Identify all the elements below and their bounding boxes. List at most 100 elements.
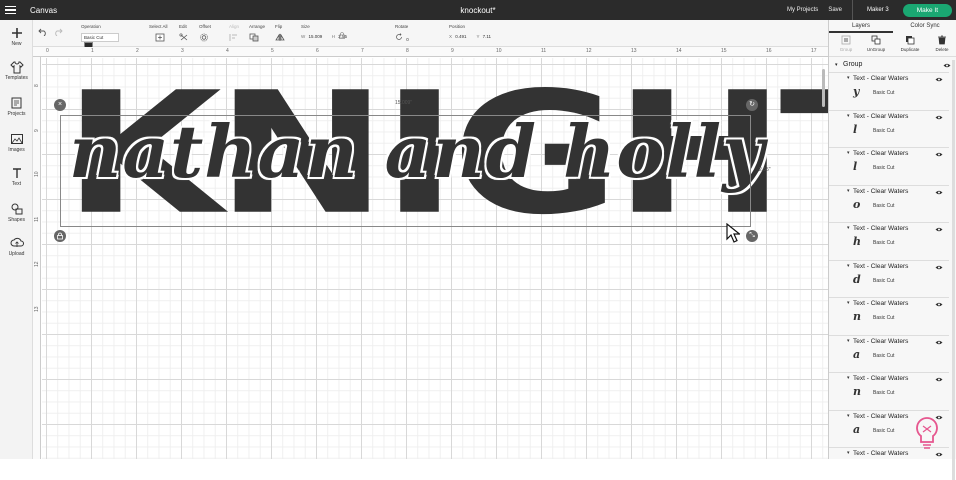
- layer-row[interactable]: ▾ Text - Clear Waters l Basic Cut: [829, 109, 949, 148]
- width-dimension: 15.009": [395, 100, 413, 106]
- layer-group-row[interactable]: ▾ Group: [829, 60, 956, 71]
- layer-row[interactable]: ▾ Text - Clear Waters y Basic Cut: [829, 72, 949, 110]
- layer-row[interactable]: ▾ Text - Clear Waters l Basic Cut: [829, 147, 949, 185]
- layer-row[interactable]: ▾ Text - Clear Waters n Basic Cut: [829, 297, 949, 335]
- layer-operation: Basic Cut: [873, 240, 895, 246]
- layer-name: Text - Clear Waters: [853, 187, 909, 195]
- lock-ratio-icon[interactable]: [339, 32, 345, 40]
- make-it-button[interactable]: Make It: [902, 3, 952, 17]
- layer-name: Text - Clear Waters: [853, 150, 909, 157]
- save-button[interactable]: Save: [828, 7, 842, 13]
- layer-name: Text - Clear Waters: [853, 450, 909, 457]
- sidebar-item-label: Shapes: [8, 217, 25, 223]
- eye-icon[interactable]: [935, 265, 943, 270]
- layer-thumbnail: l: [853, 122, 858, 136]
- group-button[interactable]: Group: [831, 35, 861, 52]
- lock-handle-icon[interactable]: [54, 230, 66, 242]
- layer-thumbnail: h: [853, 235, 861, 248]
- eye-icon[interactable]: [935, 227, 943, 232]
- left-sidebar: New Templates Projects Images Text Shape…: [0, 20, 33, 459]
- eye-icon[interactable]: [935, 190, 943, 195]
- sidebar-item-label: Images: [8, 147, 25, 153]
- my-projects-link[interactable]: My Projects: [787, 7, 818, 13]
- layer-operation: Basic Cut: [873, 352, 895, 359]
- chevron-down-icon[interactable]: ▾: [847, 450, 850, 456]
- design-canvas[interactable]: 0 1 2 3 4 5 6 7 8 9 10 11 12 13 14 15 16 17 8 9 10 11 12 13 KN…: [33, 47, 828, 459]
- document-title[interactable]: knockout*: [460, 6, 495, 15]
- chevron-down-icon[interactable]: ▾: [847, 113, 850, 119]
- layer-row[interactable]: ▾ Text - Clear Waters o Basic Cut: [829, 184, 949, 223]
- eye-icon[interactable]: [935, 115, 943, 120]
- resize-handle-icon[interactable]: ⤡: [746, 230, 758, 242]
- eye-icon[interactable]: [935, 302, 943, 307]
- sidebar-item-label: Text: [11, 181, 22, 187]
- delete-button[interactable]: Delete: [927, 35, 956, 52]
- layer-name: Text - Clear Waters: [853, 225, 909, 232]
- position-y-prefix: Y: [476, 34, 480, 39]
- chevron-down-icon[interactable]: ▾: [835, 62, 838, 68]
- size-height-prefix: H: [331, 34, 336, 39]
- layer-row[interactable]: ▾ Text - Clear Waters d Basic Cut: [829, 259, 949, 298]
- delete-handle-icon[interactable]: ×: [54, 99, 66, 111]
- layer-row[interactable]: ▾ Text - Clear Waters a Basic Cut: [829, 334, 949, 373]
- canvas-scrollbar[interactable]: [822, 69, 825, 107]
- shirt-icon: [9, 61, 24, 74]
- sidebar-item-images[interactable]: Images: [0, 132, 33, 153]
- mouse-pointer-icon: [726, 223, 740, 243]
- size-width-input[interactable]: 15.009: [307, 33, 331, 42]
- chevron-down-icon[interactable]: ▾: [847, 150, 850, 156]
- rotate-input[interactable]: 0: [404, 36, 418, 45]
- chevron-down-icon[interactable]: ▾: [847, 413, 850, 419]
- selection-bounding-box[interactable]: [60, 115, 751, 227]
- chevron-down-icon[interactable]: ▾: [847, 338, 850, 344]
- arrange-icon[interactable]: [249, 33, 259, 42]
- duplicate-icon: [906, 36, 915, 45]
- sidebar-item-text[interactable]: Text: [0, 166, 33, 187]
- position-y-input[interactable]: 7.11: [481, 33, 499, 42]
- chevron-down-icon[interactable]: ▾: [847, 225, 850, 231]
- select-all-icon[interactable]: [155, 33, 165, 42]
- ungroup-button[interactable]: UnGroup: [861, 35, 891, 52]
- sidebar-item-upload[interactable]: Upload: [0, 236, 33, 257]
- edit-icon[interactable]: [179, 33, 189, 42]
- sidebar-item-templates[interactable]: Templates: [0, 60, 33, 81]
- duplicate-button[interactable]: Duplicate: [895, 35, 925, 52]
- design-group[interactable]: KNIGHT nathan and holly: [33, 47, 828, 459]
- layer-name: Text - Clear Waters: [853, 375, 909, 382]
- chevron-down-icon[interactable]: ▾: [847, 75, 850, 81]
- layer-row[interactable]: ▾ Text - Clear Waters h Basic Cut: [829, 222, 949, 260]
- eye-icon[interactable]: [935, 152, 943, 157]
- position-label: Position: [449, 24, 466, 29]
- shapes-icon: [11, 203, 22, 215]
- chevron-down-icon[interactable]: ▾: [847, 375, 850, 381]
- menu-icon[interactable]: [0, 0, 20, 20]
- flip-icon[interactable]: [275, 33, 285, 42]
- rotate-icon: [396, 33, 402, 40]
- chevron-down-icon[interactable]: ▾: [847, 300, 850, 306]
- tab-color-sync[interactable]: Color Sync: [893, 20, 956, 33]
- edit-toolbar: Operation Basic Cut Select All Edit Offs…: [33, 20, 828, 51]
- sidebar-item-projects[interactable]: Projects: [0, 96, 33, 117]
- eye-icon[interactable]: [935, 452, 943, 457]
- tab-layers[interactable]: Layers: [829, 20, 893, 33]
- layer-row[interactable]: ▾ Text - Clear Waters n Basic Cut: [829, 372, 949, 410]
- eye-icon[interactable]: [943, 63, 951, 68]
- redo-icon[interactable]: [53, 28, 63, 37]
- sidebar-item-new[interactable]: New: [0, 26, 33, 47]
- position-x-input[interactable]: 0.491: [453, 33, 475, 42]
- chevron-down-icon[interactable]: ▾: [847, 263, 850, 269]
- sidebar-item-shapes[interactable]: Shapes: [0, 202, 33, 223]
- chevron-down-icon[interactable]: ▾: [847, 188, 850, 194]
- eye-icon[interactable]: [935, 77, 943, 82]
- layer-operation: Basic Cut: [873, 277, 895, 284]
- operation-select[interactable]: Basic Cut: [81, 33, 119, 42]
- eye-icon[interactable]: [935, 377, 943, 382]
- eye-icon[interactable]: [935, 340, 943, 345]
- images-icon: [10, 134, 23, 144]
- projects-icon: [11, 97, 21, 109]
- machine-selector[interactable]: Maker 3: [867, 7, 889, 13]
- undo-icon[interactable]: [38, 28, 48, 37]
- layers-scrollbar[interactable]: [952, 60, 955, 480]
- offset-icon[interactable]: [199, 33, 209, 42]
- rotate-handle-icon[interactable]: ↻: [746, 99, 758, 111]
